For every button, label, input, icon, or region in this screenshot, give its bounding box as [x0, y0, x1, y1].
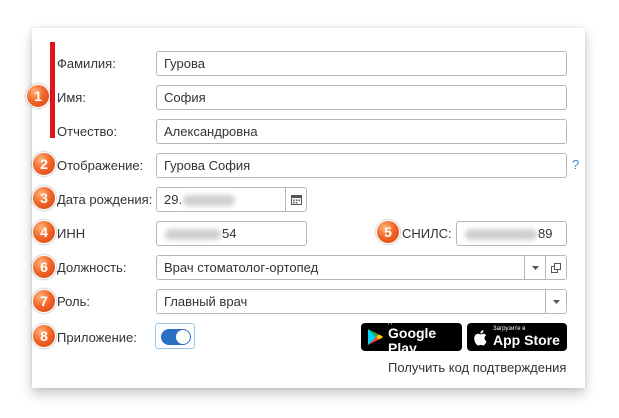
birth-date-label: Дата рождения: [57, 192, 153, 207]
position-label: Должность: [57, 260, 127, 275]
position-open-button[interactable] [545, 256, 566, 279]
role-label: Роль: [57, 294, 91, 309]
step-badge-4: 4 [32, 220, 56, 244]
redacted-value [165, 229, 221, 241]
snils-label: СНИЛС: [402, 226, 452, 241]
app-toggle[interactable] [155, 323, 195, 349]
google-play-icon [368, 329, 383, 345]
snils-value: 89 [538, 226, 553, 241]
google-play-button[interactable]: ДОСТУПНО В Google Play [361, 319, 462, 355]
get-confirmation-code-link[interactable]: Получить код подтверждения [388, 360, 566, 375]
step-badge-6: 6 [32, 255, 56, 279]
chevron-down-icon [531, 265, 539, 270]
app-label: Приложение: [57, 330, 137, 345]
step-badge-3: 3 [32, 186, 56, 210]
inn-label: ИНН [57, 226, 86, 241]
birth-date-value: 29. [164, 192, 183, 207]
position-value: Врач стоматолог-ортопед [164, 260, 319, 275]
step-badge-5: 5 [376, 220, 400, 244]
calendar-icon [290, 195, 302, 205]
open-window-icon [551, 262, 561, 273]
app-store-button[interactable]: Загрузите в App Store [467, 323, 567, 351]
step-badge-2: 2 [32, 152, 56, 176]
name-group-marker [50, 42, 55, 138]
help-icon[interactable]: ? [572, 157, 579, 172]
google-play-title: Google Play [388, 324, 437, 356]
snils-field[interactable]: 89 [456, 221, 567, 246]
role-dropdown-button[interactable] [545, 290, 566, 313]
redacted-value [183, 195, 236, 207]
app-store-title: App Store [493, 332, 560, 348]
birth-date-field[interactable]: 29. [156, 187, 307, 212]
name-field[interactable]: София [156, 85, 567, 110]
surname-field[interactable]: Гурова [156, 51, 567, 76]
patronymic-field[interactable]: Александровна [156, 119, 567, 144]
toggle-knob [176, 330, 190, 344]
display-label: Отображение: [57, 158, 144, 173]
surname-label: Фамилия: [57, 56, 116, 71]
name-label: Имя: [57, 90, 86, 105]
step-badge-1: 1 [26, 84, 50, 108]
display-field[interactable]: Гурова София [156, 153, 567, 178]
calendar-button[interactable] [285, 188, 306, 211]
chevron-down-icon [552, 299, 560, 304]
role-select[interactable]: Главный врач [156, 289, 567, 314]
redacted-value [465, 229, 537, 241]
position-dropdown-button[interactable] [524, 256, 545, 279]
step-badge-8: 8 [32, 324, 56, 348]
inn-value: 54 [222, 226, 237, 241]
position-select[interactable]: Врач стоматолог-ортопед [156, 255, 567, 280]
role-value: Главный врач [164, 294, 248, 309]
patronymic-label: Отчество: [57, 124, 118, 139]
inn-field[interactable]: 54 [156, 221, 307, 246]
toggle-track [161, 329, 191, 345]
apple-icon [474, 329, 487, 346]
step-badge-7: 7 [32, 289, 56, 313]
